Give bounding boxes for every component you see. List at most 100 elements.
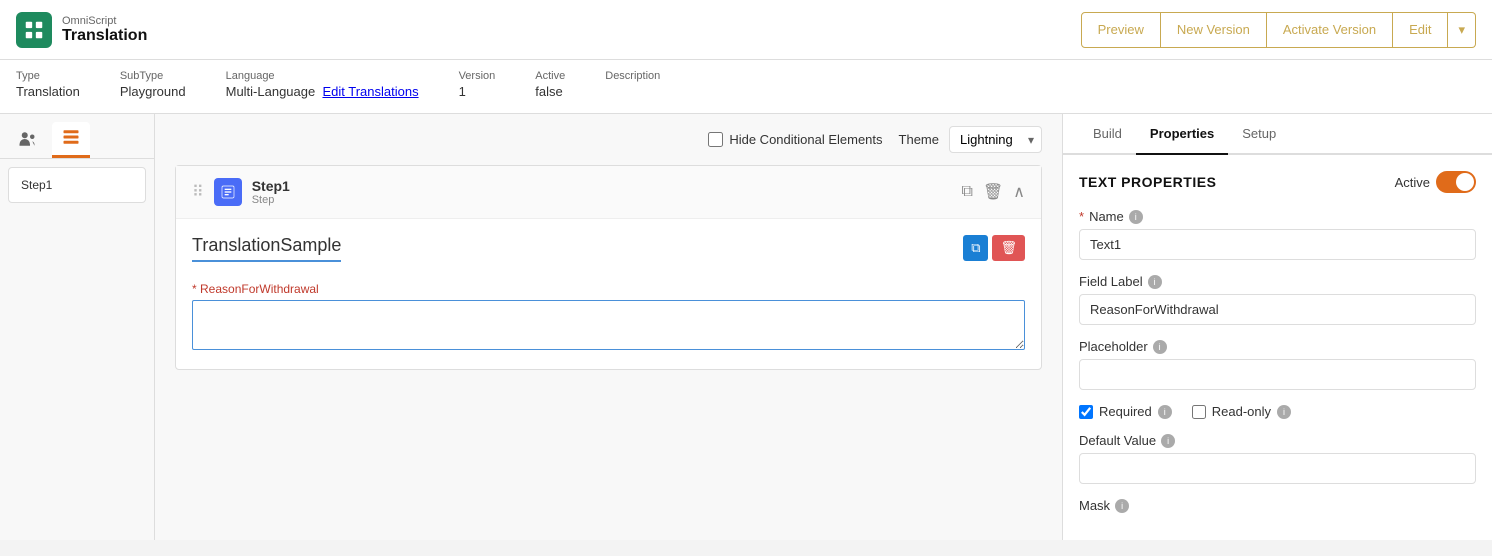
- form-group-name: * Name i: [1079, 209, 1476, 260]
- theme-label: Theme: [899, 132, 939, 147]
- element-copy-button[interactable]: ⧉: [963, 235, 988, 261]
- readonly-info-icon[interactable]: i: [1277, 405, 1291, 419]
- tab-properties[interactable]: Properties: [1136, 114, 1228, 155]
- mask-info-icon[interactable]: i: [1115, 499, 1129, 513]
- required-info-icon[interactable]: i: [1158, 405, 1172, 419]
- activate-version-button[interactable]: Activate Version: [1267, 12, 1393, 48]
- edit-button[interactable]: Edit: [1393, 12, 1448, 48]
- placeholder-label: Placeholder: [1079, 339, 1148, 354]
- theme-selector: Theme Lightning Newport: [899, 126, 1042, 153]
- right-panel-body: TEXT PROPERTIES Active * Name i Field La…: [1063, 155, 1492, 540]
- version-label: Version: [459, 70, 496, 82]
- step-copy-button[interactable]: ⧉: [962, 183, 973, 201]
- drag-handle-icon[interactable]: ⠿: [192, 182, 204, 202]
- meta-description: Description: [605, 70, 660, 99]
- name-input[interactable]: [1079, 229, 1476, 260]
- canvas-toolbar: Hide Conditional Elements Theme Lightnin…: [155, 114, 1062, 165]
- description-label: Description: [605, 70, 660, 82]
- new-version-button[interactable]: New Version: [1161, 12, 1267, 48]
- field-input[interactable]: [192, 300, 1025, 350]
- type-label: Type: [16, 70, 80, 82]
- meta-type: Type Translation: [16, 70, 80, 99]
- field-label-form-label: Field Label i: [1079, 274, 1476, 289]
- step-delete-button[interactable]: 🗑: [983, 182, 1003, 202]
- element-delete-button[interactable]: 🗑: [992, 235, 1025, 261]
- default-value-info-icon[interactable]: i: [1161, 434, 1175, 448]
- readonly-checkbox-item: Read-only i: [1192, 404, 1291, 419]
- readonly-checkbox[interactable]: [1192, 405, 1206, 419]
- brand-title: Translation: [62, 27, 147, 45]
- step-subtitle: Step: [252, 194, 290, 206]
- active-label: Active: [535, 70, 565, 82]
- tab-build[interactable]: Build: [1079, 114, 1136, 155]
- placeholder-form-label: Placeholder i: [1079, 339, 1476, 354]
- right-panel-tabs: Build Properties Setup: [1063, 114, 1492, 155]
- name-info-icon[interactable]: i: [1129, 210, 1143, 224]
- placeholder-info-icon[interactable]: i: [1153, 340, 1167, 354]
- tab-setup[interactable]: Setup: [1228, 114, 1290, 155]
- step-actions: ⧉ 🗑 ∧: [962, 182, 1025, 202]
- form-group-mask: Mask i: [1079, 498, 1476, 513]
- panel-title: TEXT PROPERTIES Active: [1079, 171, 1476, 193]
- right-panel: Build Properties Setup TEXT PROPERTIES A…: [1062, 114, 1492, 540]
- field-label-info-icon[interactable]: i: [1148, 275, 1162, 289]
- meta-bar: Type Translation SubType Playground Lang…: [0, 60, 1492, 114]
- language-value: Multi-Language Edit Translations: [226, 84, 419, 99]
- sidebar-tabs: [0, 114, 154, 159]
- language-label: Language: [226, 70, 419, 82]
- sidebar-tab-layers[interactable]: [52, 122, 90, 158]
- form-group-field-label: Field Label i: [1079, 274, 1476, 325]
- placeholder-input[interactable]: [1079, 359, 1476, 390]
- description-value: [605, 84, 660, 99]
- element-block: TranslationSample ⧉ 🗑 * ReasonForWithdra…: [192, 235, 1025, 353]
- brand: OmniScript Translation: [16, 12, 147, 48]
- field-label: * ReasonForWithdrawal: [192, 282, 1025, 296]
- default-value-input[interactable]: [1079, 453, 1476, 484]
- readonly-label: Read-only: [1212, 404, 1271, 419]
- active-toggle-switch[interactable]: [1436, 171, 1476, 193]
- sidebar-tab-people[interactable]: [8, 122, 46, 158]
- left-sidebar: Step1: [0, 114, 155, 540]
- default-value-label: Default Value: [1079, 433, 1156, 448]
- step-icon: [214, 178, 242, 206]
- theme-select-wrap: Lightning Newport: [949, 126, 1042, 153]
- hide-conditional-group: Hide Conditional Elements: [708, 132, 882, 147]
- top-actions: Preview New Version Activate Version Edi…: [1081, 12, 1476, 48]
- brand-text: OmniScript Translation: [62, 15, 147, 45]
- brand-icon: [16, 12, 52, 48]
- mask-form-label: Mask i: [1079, 498, 1476, 513]
- step-header: ⠿ Step1 Step ⧉ 🗑 ∧: [176, 166, 1041, 219]
- hide-conditional-checkbox[interactable]: [708, 132, 723, 147]
- required-checkbox[interactable]: [1079, 405, 1093, 419]
- edit-translations-link[interactable]: Edit Translations: [322, 84, 418, 99]
- required-label: Required: [1099, 404, 1152, 419]
- dropdown-chevron-button[interactable]: ▾: [1448, 12, 1476, 48]
- checkbox-group: Required i Read-only i: [1079, 404, 1476, 419]
- element-title: TranslationSample: [192, 235, 341, 262]
- field-label-input[interactable]: [1079, 294, 1476, 325]
- active-toggle-group: Active: [1395, 171, 1476, 193]
- sidebar-step-item[interactable]: Step1: [8, 167, 146, 203]
- step-title: Step1: [252, 178, 290, 194]
- step-title-group: Step1 Step: [252, 178, 290, 206]
- meta-version: Version 1: [459, 70, 496, 99]
- name-form-label: * Name i: [1079, 209, 1476, 224]
- sidebar-items: Step1: [0, 159, 154, 215]
- step-block: ⠿ Step1 Step ⧉ 🗑 ∧ TranslationS: [175, 165, 1042, 370]
- required-checkbox-item: Required i: [1079, 404, 1172, 419]
- step-header-left: ⠿ Step1 Step: [192, 178, 290, 206]
- preview-button[interactable]: Preview: [1081, 12, 1161, 48]
- active-toggle-label: Active: [1395, 175, 1430, 190]
- form-group-default-value: Default Value i: [1079, 433, 1476, 484]
- meta-language: Language Multi-Language Edit Translation…: [226, 70, 419, 99]
- element-actions: ⧉ 🗑: [963, 235, 1025, 261]
- main-layout: Step1 Hide Conditional Elements Theme Li…: [0, 114, 1492, 540]
- meta-subtype: SubType Playground: [120, 70, 186, 99]
- type-value: Translation: [16, 84, 80, 99]
- theme-dropdown[interactable]: Lightning Newport: [949, 126, 1042, 153]
- form-group-placeholder: Placeholder i: [1079, 339, 1476, 390]
- step-collapse-button[interactable]: ∧: [1013, 182, 1025, 202]
- active-value: false: [535, 84, 565, 99]
- panel-title-text: TEXT PROPERTIES: [1079, 174, 1216, 190]
- subtype-value: Playground: [120, 84, 186, 99]
